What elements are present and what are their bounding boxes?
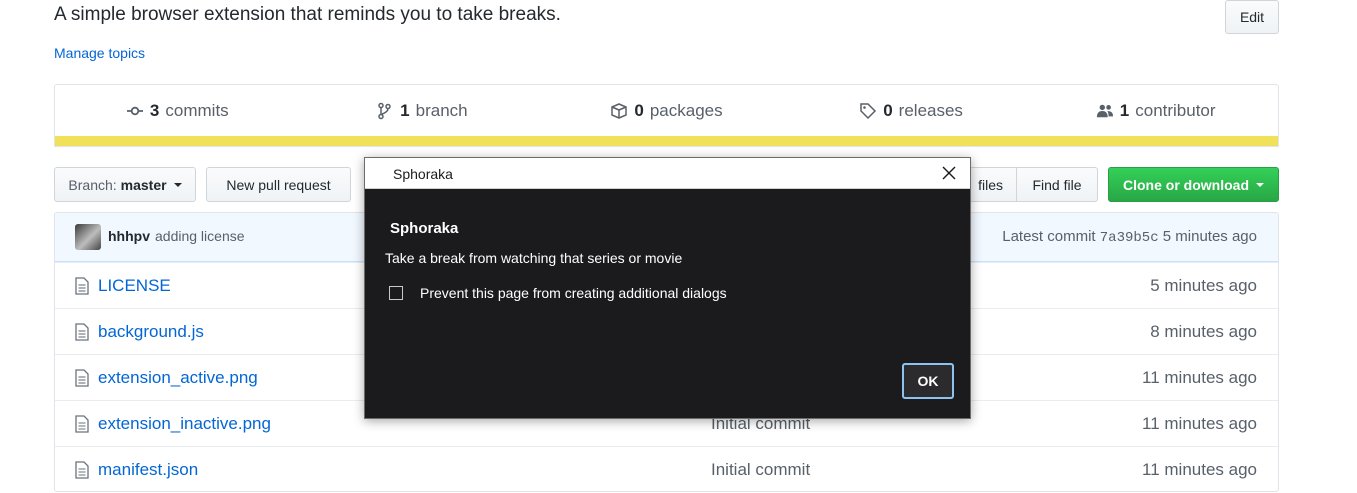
dialog-titlebar: Sphoraka	[365, 158, 970, 189]
latest-commit-info: Latest commit 7a39b5c 5 minutes ago	[1002, 228, 1257, 246]
dialog-heading: Sphoraka	[390, 220, 459, 237]
repo-description: A simple browser extension that reminds …	[54, 4, 561, 25]
commit-icon	[126, 106, 143, 115]
find-file-button[interactable]: Find file	[1016, 167, 1098, 202]
people-icon	[1096, 104, 1113, 117]
branch-select-value: master	[120, 176, 167, 193]
dialog-title: Sphoraka	[393, 166, 453, 182]
branch-select-button[interactable]: Branch: master	[54, 167, 196, 202]
file-name-link[interactable]: background.js	[98, 322, 204, 342]
releases-count: 0	[883, 100, 893, 120]
file-icon	[75, 415, 89, 433]
commit-sha[interactable]: 7a39b5c	[1100, 230, 1159, 246]
file-age: 11 minutes ago	[1142, 414, 1257, 433]
file-age: 5 minutes ago	[1150, 276, 1257, 295]
package-icon	[611, 102, 628, 119]
edit-description-button[interactable]: Edit	[1225, 0, 1279, 34]
commits-count: 3	[149, 100, 160, 120]
file-icon	[75, 323, 89, 341]
file-name-link[interactable]: extension_active.png	[98, 368, 258, 388]
avatar[interactable]	[75, 224, 101, 250]
file-name-link[interactable]: LICENSE	[98, 276, 171, 296]
branches-label: branch	[415, 100, 468, 120]
contributors-summary[interactable]: 1 contributor	[1033, 101, 1278, 121]
packages-summary[interactable]: 0 packages	[544, 101, 789, 121]
commits-label: commits	[165, 100, 229, 120]
file-icon	[75, 461, 89, 479]
clone-or-download-label: Clone or download	[1123, 176, 1249, 193]
file-age: 11 minutes ago	[1142, 368, 1257, 387]
file-age: 11 minutes ago	[1142, 460, 1257, 479]
branch-select-label: Branch:	[68, 176, 117, 193]
file-commit-message[interactable]: Initial commit	[711, 460, 810, 480]
manage-topics-link[interactable]: Manage topics	[54, 45, 145, 61]
packages-count: 0	[634, 100, 644, 120]
commits-summary[interactable]: 3 commits	[55, 101, 300, 121]
file-icon	[75, 369, 89, 387]
dialog-message: Take a break from watching that series o…	[385, 250, 683, 266]
releases-summary[interactable]: 0 releases	[789, 101, 1034, 121]
new-pull-request-button[interactable]: New pull request	[206, 167, 351, 202]
branches-summary[interactable]: 1 branch	[300, 101, 545, 121]
branch-icon	[378, 102, 391, 119]
latest-commit-prefix: Latest commit	[1002, 228, 1096, 245]
chevron-down-icon	[1256, 182, 1264, 187]
chevron-down-icon	[173, 182, 182, 187]
contributors-label: contributor	[1135, 100, 1216, 120]
file-icon	[75, 277, 89, 295]
releases-label: releases	[898, 100, 963, 120]
file-age: 8 minutes ago	[1150, 322, 1257, 341]
clone-or-download-button[interactable]: Clone or download	[1108, 167, 1279, 202]
file-name-link[interactable]: manifest.json	[98, 460, 198, 480]
contributors-count: 1	[1119, 100, 1130, 120]
language-bar[interactable]	[55, 136, 1278, 146]
commit-author[interactable]: hhhpv	[108, 228, 150, 244]
commit-message[interactable]: adding license	[155, 228, 245, 244]
alert-dialog: Sphoraka Sphoraka Take a break from watc…	[364, 157, 971, 419]
latest-commit-age: 5 minutes ago	[1162, 228, 1257, 245]
prevent-dialogs-checkbox[interactable]	[389, 286, 403, 300]
table-row: manifest.json Initial commit 11 minutes …	[55, 446, 1278, 491]
file-name-link[interactable]: extension_inactive.png	[98, 414, 271, 434]
prevent-dialogs-label[interactable]: Prevent this page from creating addition…	[420, 285, 727, 301]
ok-button[interactable]: OK	[902, 363, 954, 399]
close-icon[interactable]	[940, 164, 958, 182]
tag-icon	[860, 102, 877, 119]
branches-count: 1	[400, 100, 410, 120]
packages-label: packages	[649, 100, 723, 120]
repo-summary: 3 commits 1 branch 0 packages 0 releases…	[54, 84, 1279, 147]
